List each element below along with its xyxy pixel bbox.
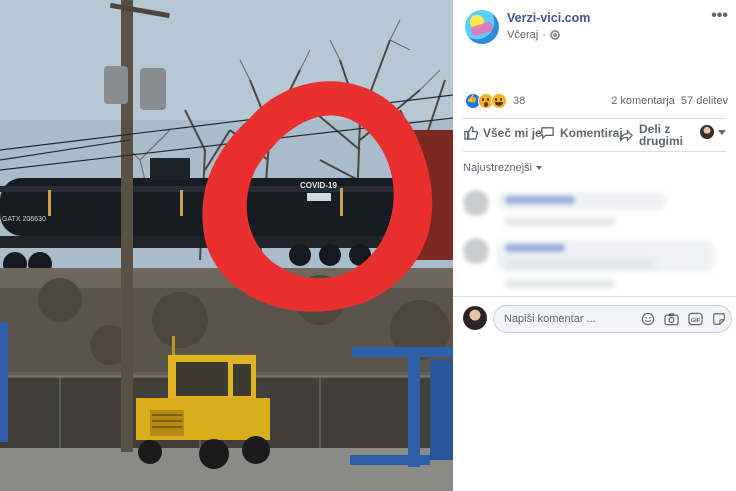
- share-arrow-icon: [619, 128, 634, 142]
- share-count[interactable]: 57 delitev: [681, 95, 728, 107]
- like-button[interactable]: Všeč mi je: [463, 125, 542, 140]
- commenter-name[interactable]: [505, 244, 565, 252]
- reactions-summary[interactable]: 38: [465, 93, 525, 109]
- comment-label: Komentiraj: [560, 125, 623, 140]
- like-label: Všeč mi je: [483, 125, 542, 140]
- comment-text: [505, 260, 655, 268]
- page-avatar[interactable]: [465, 10, 499, 44]
- comment-button[interactable]: Komentiraj: [540, 125, 623, 140]
- comment-bubble-icon: [541, 127, 554, 140]
- globe-icon[interactable]: [549, 30, 560, 40]
- current-user-avatar[interactable]: [463, 306, 487, 330]
- commenter-avatar[interactable]: [463, 238, 489, 264]
- gif-icon[interactable]: GIF: [688, 312, 703, 326]
- comment-share-counts: 2 komentarja 57 delitev: [611, 95, 728, 107]
- comment-composer: Napiši komentar ... GIF: [453, 296, 736, 340]
- post-header: Verzi-vici.com Včeraj · •••: [465, 8, 728, 48]
- meta-separator: ·: [542, 29, 546, 41]
- reaction-stats: 38 2 komentarja 57 delitev: [465, 93, 728, 111]
- comment-links[interactable]: [505, 280, 615, 288]
- share-label: Deli z drugimi: [639, 122, 683, 148]
- sticker-icon[interactable]: [712, 312, 726, 326]
- comment-count[interactable]: 2 komentarja: [611, 95, 675, 107]
- comment-item: [463, 238, 726, 288]
- comment-item: [463, 190, 726, 234]
- composer-tools: GIF: [641, 312, 726, 326]
- post-timestamp[interactable]: Včeraj: [507, 29, 538, 41]
- commenter-avatar[interactable]: [463, 190, 489, 216]
- post-side-panel: Verzi-vici.com Včeraj · ••• 38 2 komenta…: [453, 0, 736, 491]
- camera-icon[interactable]: [664, 312, 679, 326]
- share-button[interactable]: Deli z drugimi: [619, 123, 687, 147]
- comment-sort-dropdown[interactable]: Najustreznejši: [463, 162, 543, 174]
- haha-reaction-icon: [491, 93, 507, 109]
- tank-marking: GATX 206630: [2, 216, 46, 223]
- comment-input-placeholder: Napiši komentar ...: [504, 313, 596, 325]
- sort-label: Najustreznejši: [463, 162, 533, 174]
- react-as-selector[interactable]: [700, 125, 726, 139]
- post-actions-bar: Všeč mi je Komentiraj Deli z drugimi: [463, 118, 726, 152]
- chevron-down-icon: [536, 166, 543, 170]
- photo-scene: COVID-19 GATX 206630: [0, 0, 453, 491]
- user-avatar-small: [700, 125, 714, 139]
- more-options-icon[interactable]: •••: [711, 8, 728, 24]
- svg-text:GIF: GIF: [691, 318, 701, 324]
- emoji-icon[interactable]: [641, 312, 655, 326]
- caret-down-icon: [718, 129, 726, 135]
- page-name-link[interactable]: Verzi-vici.com: [507, 11, 590, 25]
- comment-links[interactable]: [505, 218, 615, 226]
- thumbs-up-icon: [464, 126, 478, 140]
- post-meta: Včeraj ·: [507, 29, 560, 41]
- covid-marking: COVID-19: [300, 181, 337, 190]
- post-photo[interactable]: COVID-19 GATX 206630: [0, 0, 453, 491]
- commenter-name[interactable]: [505, 196, 575, 204]
- reaction-count[interactable]: 38: [513, 95, 525, 107]
